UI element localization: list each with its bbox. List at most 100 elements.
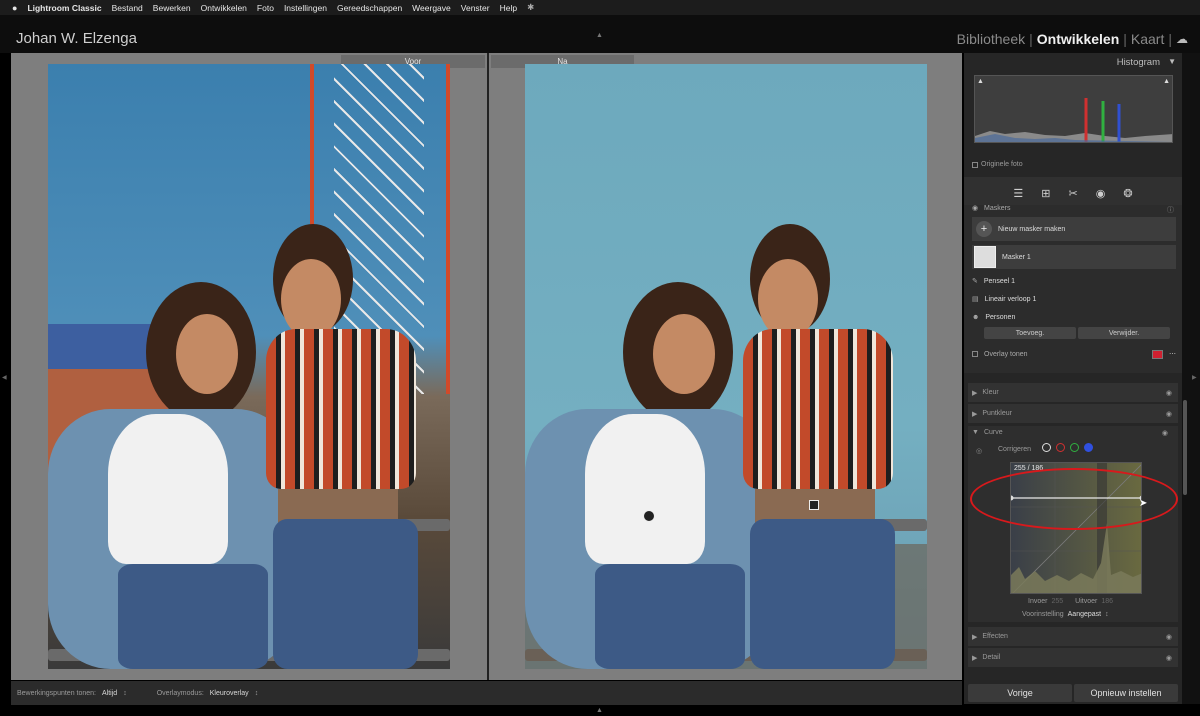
blue-channel-icon[interactable] — [1084, 443, 1093, 452]
menu-ontwikkelen[interactable]: Ontwikkelen — [201, 3, 247, 13]
mask-item[interactable]: Masker 1 — [972, 245, 1176, 269]
shadow-clipping-icon[interactable]: ▲ — [977, 78, 984, 85]
module-map[interactable]: Kaart — [1131, 31, 1164, 47]
masks-panel: ◉ Maskers ⓘ + Nieuw masker maken Masker … — [964, 205, 1182, 373]
redeye-icon[interactable]: ◉ — [1096, 187, 1106, 200]
original-photo-label: Originele foto — [981, 161, 1023, 168]
input-output-row: Invoer 255 Uitvoer 186 — [1028, 598, 1113, 605]
target-adjust-icon[interactable]: ◎ — [976, 447, 982, 455]
histogram-title[interactable]: Histogram — [1117, 57, 1160, 68]
top-panel-toggle-icon[interactable]: ▲ — [596, 32, 603, 39]
section-effecten[interactable]: ▶ Effecten ◉ — [968, 627, 1178, 646]
mask-component-row[interactable]: ✎ Penseel 1 — [972, 273, 1176, 289]
green-channel-icon[interactable] — [1070, 443, 1079, 452]
curve-header[interactable]: ▼ Curve ◉ — [972, 429, 1174, 437]
menu-app[interactable]: Lightroom Classic — [27, 3, 101, 13]
eye-icon[interactable]: ◉ — [1166, 389, 1172, 397]
reset-button[interactable]: Opnieuw instellen — [1074, 684, 1178, 702]
jeans-left — [595, 564, 745, 669]
menu-instellingen[interactable]: Instellingen — [284, 3, 327, 13]
toolbar: Bewerkingspunten tonen: Altijd ↕ Overlay… — [11, 681, 962, 705]
script-icon[interactable]: ✱ — [527, 2, 534, 13]
left-panel-toggle-icon[interactable]: ◀ — [2, 374, 7, 381]
eye-icon[interactable]: ◉ — [972, 204, 978, 212]
pins-select[interactable]: Altijd — [102, 690, 117, 697]
module-separator: | — [1168, 31, 1172, 47]
red-channel-icon[interactable] — [1056, 443, 1065, 452]
filmstrip-toggle-icon[interactable]: ▲ — [596, 707, 603, 714]
menu-gereedschappen[interactable]: Gereedschappen — [337, 3, 402, 13]
mask-icon[interactable]: ❂ — [1123, 187, 1132, 200]
menu-weergave[interactable]: Weergave — [412, 3, 451, 13]
mask-component-row[interactable]: ☻ Personen — [972, 309, 1176, 325]
help-icon[interactable]: ⓘ — [1167, 205, 1174, 215]
jeans-right — [750, 519, 895, 669]
plus-icon: + — [976, 221, 992, 237]
mask-pin-icon[interactable] — [809, 500, 819, 510]
before-photo[interactable] — [48, 64, 450, 669]
new-mask-button[interactable]: + Nieuw masker maken — [972, 217, 1176, 241]
previous-button[interactable]: Vorige — [968, 684, 1072, 702]
collapse-triangle-icon[interactable]: ▼ — [1168, 57, 1176, 66]
section-puntkleur[interactable]: ▶ Puntkleur ◉ — [968, 404, 1178, 423]
panel-scrollbar[interactable] — [1183, 400, 1187, 495]
crop-icon[interactable]: ⊞ — [1041, 187, 1050, 200]
menu-venster[interactable]: Venster — [461, 3, 490, 13]
eye-icon[interactable]: ◉ — [1166, 654, 1172, 662]
identity-name: Johan W. Elzenga — [16, 30, 137, 47]
preset-select[interactable]: Aangepast — [1068, 611, 1101, 618]
add-to-mask-button[interactable]: Toevoeg. — [984, 327, 1076, 339]
cloud-icon[interactable]: ☁ — [1176, 32, 1188, 46]
pins-label: Bewerkingspunten tonen: — [17, 689, 96, 697]
apple-icon[interactable]: ● — [12, 3, 17, 13]
gradient-icon: ▤ — [972, 296, 979, 303]
checkbox-icon[interactable] — [972, 351, 978, 357]
masks-title: Maskers — [984, 205, 1011, 212]
adjust-label: Corrigeren — [998, 446, 1032, 453]
identity-plate: ▲ Johan W. Elzenga Bibliotheek | Ontwikk… — [0, 15, 1200, 53]
panel-scroll-track — [1182, 53, 1200, 704]
section-kleur[interactable]: ▶ Kleur ◉ — [968, 383, 1178, 402]
mask-pin-icon[interactable] — [643, 510, 655, 522]
face-right — [281, 259, 341, 339]
module-library[interactable]: Bibliotheek — [957, 31, 1026, 47]
eye-icon[interactable]: ◉ — [1162, 429, 1168, 437]
section-detail[interactable]: ▶ Detail ◉ — [968, 648, 1178, 667]
section-title: Effecten — [982, 633, 1008, 640]
chevron-updown-icon[interactable]: ↕ — [1105, 611, 1109, 618]
preset-row: Voorinstelling Aangepast ↕ — [1022, 611, 1109, 618]
right-panel: Histogram ▼ ▲ ▲ Originele foto ☰ ⊞ ✂ ◉ ❂… — [964, 53, 1182, 704]
right-panel-toggle-icon[interactable]: ▶ — [1192, 374, 1197, 381]
input-label: Invoer — [1028, 598, 1048, 605]
eraser-icon[interactable]: ✂ — [1069, 187, 1078, 200]
chevron-updown-icon[interactable]: ↕ — [255, 690, 259, 697]
channel-selector — [1042, 443, 1093, 452]
chevron-updown-icon[interactable]: ↕ — [123, 690, 127, 697]
subtract-from-mask-button[interactable]: Verwijder. — [1078, 327, 1170, 339]
checkbox-icon[interactable] — [972, 161, 978, 168]
more-icon[interactable]: ⋯ — [1169, 350, 1176, 358]
eye-icon[interactable]: ◉ — [1166, 633, 1172, 641]
original-photo-toggle[interactable]: Originele foto — [972, 161, 1023, 168]
face-left — [653, 314, 715, 394]
face-left — [176, 314, 238, 394]
output-value[interactable]: 186 — [1101, 598, 1113, 605]
overlay-mode-select[interactable]: Kleuroverlay — [210, 690, 249, 697]
menu-bewerken[interactable]: Bewerken — [153, 3, 191, 13]
rgb-channel-icon[interactable] — [1042, 443, 1051, 452]
input-value[interactable]: 255 — [1051, 598, 1063, 605]
module-develop[interactable]: Ontwikkelen — [1037, 31, 1119, 47]
mask-component-row[interactable]: ▤ Lineair verloop 1 — [972, 291, 1176, 307]
menu-foto[interactable]: Foto — [257, 3, 274, 13]
menu-bestand[interactable]: Bestand — [112, 3, 143, 13]
module-picker: Bibliotheek | Ontwikkelen | Kaart | ☁ — [957, 31, 1188, 47]
after-photo[interactable] — [525, 64, 927, 669]
eye-icon[interactable]: ◉ — [1166, 410, 1172, 418]
view-divider — [487, 53, 489, 680]
overlay-color-swatch[interactable] — [1152, 349, 1163, 359]
highlight-clipping-icon[interactable]: ▲ — [1163, 78, 1170, 85]
sliders-icon[interactable]: ☰ — [1013, 187, 1023, 200]
menu-help[interactable]: Help — [500, 3, 517, 13]
striped-shirt — [743, 329, 893, 489]
histogram[interactable]: ▲ ▲ — [974, 75, 1173, 143]
